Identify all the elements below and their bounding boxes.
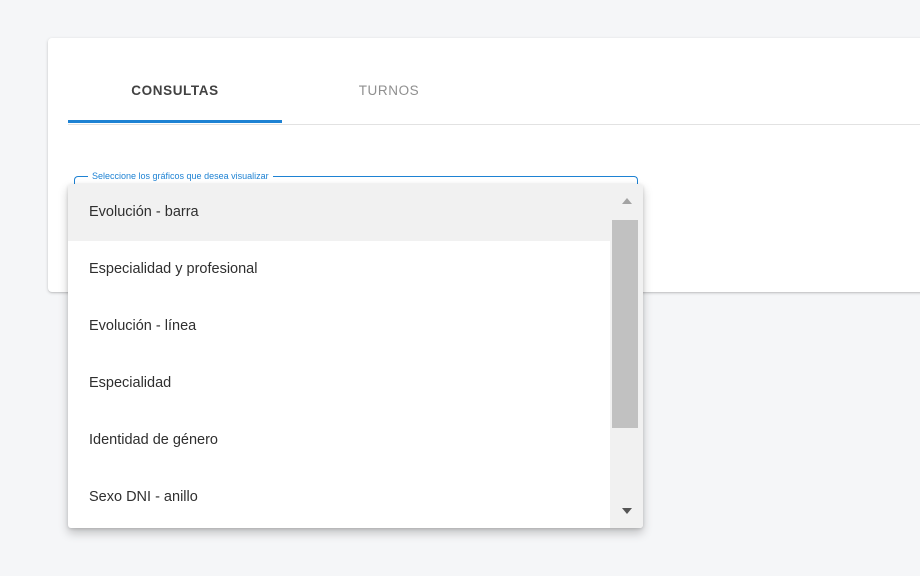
option-evolucion-linea[interactable]: Evolución - línea — [68, 298, 610, 355]
tab-consultas[interactable]: CONSULTAS — [68, 81, 282, 111]
option-evolucion-barra[interactable]: Evolución - barra — [68, 184, 610, 241]
caret-up-icon — [621, 198, 632, 204]
tab-turnos[interactable]: TURNOS — [282, 81, 496, 111]
option-especialidad[interactable]: Especialidad — [68, 355, 610, 412]
dropdown-scrollbar[interactable] — [610, 184, 643, 528]
scrollbar-thumb[interactable] — [612, 220, 638, 428]
option-sexo-dni-anillo[interactable]: Sexo DNI - anillo — [68, 469, 610, 526]
scroll-down-button[interactable] — [610, 494, 643, 528]
active-tab-indicator — [68, 120, 282, 123]
chart-select-dropdown: Evolución - barra Especialidad y profesi… — [68, 184, 643, 528]
option-especialidad-profesional[interactable]: Especialidad y profesional — [68, 241, 610, 298]
tab-bar: CONSULTAS TURNOS — [68, 38, 920, 125]
caret-down-icon — [621, 508, 632, 514]
scroll-up-button[interactable] — [610, 184, 643, 218]
chart-select-label: Seleccione los gráficos que desea visual… — [88, 170, 273, 182]
option-identidad-genero[interactable]: Identidad de género — [68, 412, 610, 469]
option-list: Evolución - barra Especialidad y profesi… — [68, 184, 610, 526]
